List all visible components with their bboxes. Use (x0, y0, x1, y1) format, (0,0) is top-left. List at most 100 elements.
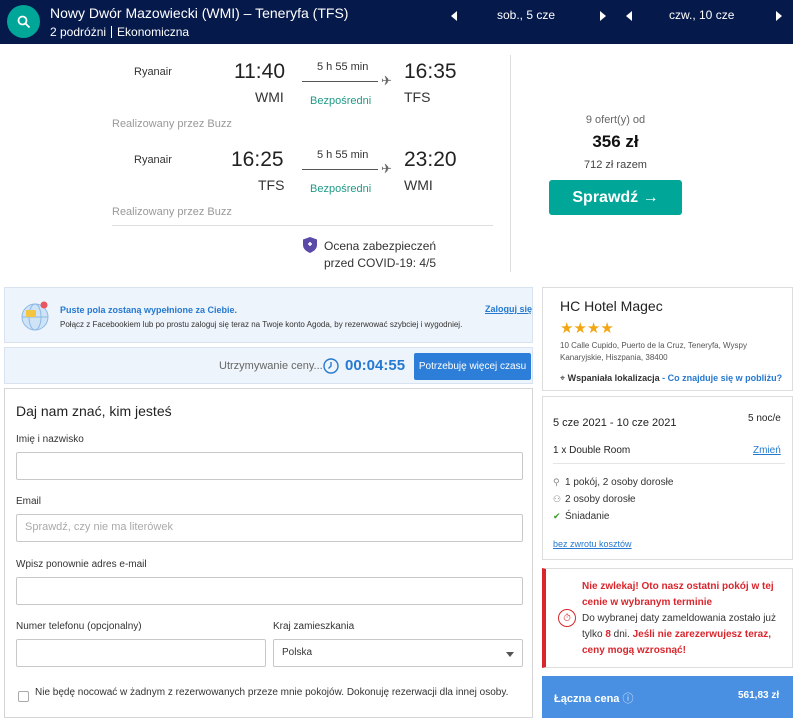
outbound-stops: Bezpośredni (310, 95, 372, 107)
adults-count-text: 2 osoby dorosłe (565, 494, 636, 505)
name-input[interactable] (16, 452, 523, 480)
chevron-down-icon (506, 652, 514, 657)
no-stay-checkbox[interactable] (18, 691, 29, 702)
inbound-operator: Realizowany przez Buzz (112, 206, 232, 218)
price-total: 712 zł razem (584, 159, 647, 171)
price-divider (510, 55, 511, 272)
page: Nowy Dwór Mazowiecki (WMI) – Teneryfa (T… (0, 0, 793, 718)
inbound-route-line (302, 169, 378, 170)
check-button[interactable]: Sprawdź → (549, 180, 682, 215)
phone-input[interactable] (16, 639, 266, 667)
route-details: 2 podróżni Ekonomiczna (50, 25, 189, 39)
inbound-stops: Bezpośredni (310, 183, 372, 195)
price-per-person: 356 zł (592, 132, 639, 151)
divider (553, 463, 785, 464)
depart-next-icon[interactable] (600, 11, 606, 21)
inbound-airline: Ryanair (134, 154, 172, 166)
email-label: Email (16, 496, 42, 507)
hotel-summary: HC Hotel Magec ★★★★ 10 Calle Cupido, Pue… (542, 287, 793, 391)
urgency-days-suffix: dni. (610, 629, 633, 640)
login-prompt-subtitle: Połącz z Facebookiem lub po prostu zalog… (60, 320, 463, 329)
return-next-icon[interactable] (776, 11, 782, 21)
shield-icon (303, 237, 317, 253)
outbound-route-line (302, 81, 378, 82)
total-price-label-text: Łączna cena (554, 693, 620, 705)
room-type: 1 x Double Room (553, 445, 631, 456)
outbound-operator: Realizowany przez Buzz (112, 118, 232, 130)
urgency-alert: ⏱ Nie zwlekaj! Oto nasz ostatni pokój w … (542, 568, 793, 668)
location-pin-icon: ⌖ (560, 373, 566, 383)
guest-details-form: Daj nam znać, kim jesteś Imię i nazwisko… (4, 388, 533, 718)
email-repeat-label: Wpisz ponownie adres e-mail (16, 559, 147, 570)
stay-dates: 5 cze 2021 - 10 cze 2021 (553, 417, 677, 429)
more-time-button[interactable]: Potrzebuję więcej czasu (414, 353, 531, 380)
room-occupancy: ⚲ 1 pokój, 2 osoby dorosłe (553, 477, 673, 488)
refund-policy-link[interactable]: bez zwrotu kosztów (553, 539, 632, 549)
price-hold-bar: Utrzymywanie ceny... 00:04:55 Potrzebuję… (4, 347, 533, 384)
search-button[interactable] (7, 5, 40, 38)
travellers-count: 2 podróżni (50, 25, 107, 39)
outbound-arr-code: TFS (404, 89, 431, 105)
star-rating: ★★★★ (560, 320, 614, 337)
plane-icon: ✈ (381, 161, 392, 176)
search-icon (17, 15, 30, 28)
depart-prev-icon[interactable] (451, 11, 457, 21)
stay-details: 5 cze 2021 - 10 cze 2021 5 noc/e 1 x Dou… (542, 396, 793, 560)
urgency-text: Nie zwlekaj! Oto nasz ostatni pokój w te… (582, 579, 790, 659)
return-date[interactable]: czw., 10 cze (669, 8, 734, 22)
depart-date[interactable]: sob., 5 cze (497, 8, 555, 22)
inbound-dep-code: TFS (258, 177, 285, 193)
login-link[interactable]: Zaloguj się (485, 304, 532, 314)
email-input[interactable]: Sprawdź, czy nie ma literówek (16, 514, 523, 542)
change-room-link[interactable]: Zmień (753, 445, 781, 456)
people-icon: ⚇ (553, 494, 562, 504)
plane-icon: ✈ (381, 73, 392, 88)
divider (112, 225, 493, 226)
search-summary-bar: Nowy Dwór Mazowiecki (WMI) – Teneryfa (T… (0, 0, 793, 44)
hotel-name: HC Hotel Magec (560, 298, 663, 314)
inbound-duration: 5 h 55 min (317, 149, 369, 161)
info-icon[interactable]: ⓘ (622, 693, 633, 705)
covid-rating-line2: przed COVID-19: 4/5 (324, 256, 437, 270)
country-label: Kraj zamieszkania (273, 621, 355, 632)
check-icon: ✔ (553, 511, 561, 521)
country-select[interactable]: Polska (273, 639, 523, 667)
nearby-link[interactable]: - Co znajduje się w pobliżu? (662, 373, 782, 383)
return-prev-icon[interactable] (626, 11, 632, 21)
stay-nights: 5 noc/e (748, 413, 781, 424)
hotel-address: 10 Calle Cupido, Puerto de la Cruz, Tene… (560, 341, 747, 362)
route-title: Nowy Dwór Mazowiecki (WMI) – Teneryfa (T… (50, 5, 349, 21)
login-prompt-title: Puste pola zostaną wypełnione za Ciebie. (60, 305, 238, 315)
email-repeat-input[interactable] (16, 577, 523, 605)
covid-rating-line1: Ocena zabezpieczeń (324, 239, 437, 253)
inbound-arr-code: WMI (404, 177, 433, 193)
inbound-dep-time: 16:25 (231, 148, 284, 171)
country-select-value: Polska (282, 647, 313, 658)
adults-count: ⚇ 2 osoby dorosłe (553, 494, 636, 505)
phone-label: Numer telefonu (opcjonalny) (16, 621, 142, 632)
form-title: Daj nam znać, kim jesteś (16, 403, 172, 419)
hotel-location: ⌖ Wspaniała lokalizacja - Co znajduje si… (560, 373, 782, 384)
covid-rating: Ocena zabezpieczeń przed COVID-19: 4/5 (324, 238, 436, 272)
no-stay-label: Nie będę nocować w żadnym z rezerwowanyc… (35, 687, 509, 698)
total-price-bar: Łączna cena ⓘ 561,83 zł (542, 676, 793, 718)
outbound-dep-code: WMI (255, 89, 284, 105)
total-price-value: 561,83 zł (738, 690, 780, 701)
outbound-arr-time: 16:35 (404, 60, 457, 83)
outbound-dep-time: 11:40 (234, 60, 285, 83)
breakfast-included: ✔ Śniadanie (553, 511, 609, 522)
location-label: Wspaniała lokalizacja (567, 373, 660, 383)
breakfast-text: Śniadanie (565, 511, 610, 522)
alarm-icon: ⏱ (558, 609, 576, 627)
outbound-airline: Ryanair (134, 66, 172, 78)
clock-icon (323, 358, 339, 374)
inbound-arr-time: 23:20 (404, 148, 457, 171)
name-label: Imię i nazwisko (16, 434, 84, 445)
outbound-duration: 5 h 55 min (317, 61, 369, 73)
price-hold-label: Utrzymywanie ceny... (219, 360, 323, 372)
urgency-headline: Nie zwlekaj! Oto nasz ostatni pokój w te… (582, 581, 774, 608)
login-prompt: Puste pola zostaną wypełnione za Ciebie.… (4, 287, 533, 343)
globe-icon (21, 301, 49, 331)
price-hold-timer: 00:04:55 (345, 357, 406, 374)
offers-count: 9 ofert(y) od (585, 114, 646, 126)
